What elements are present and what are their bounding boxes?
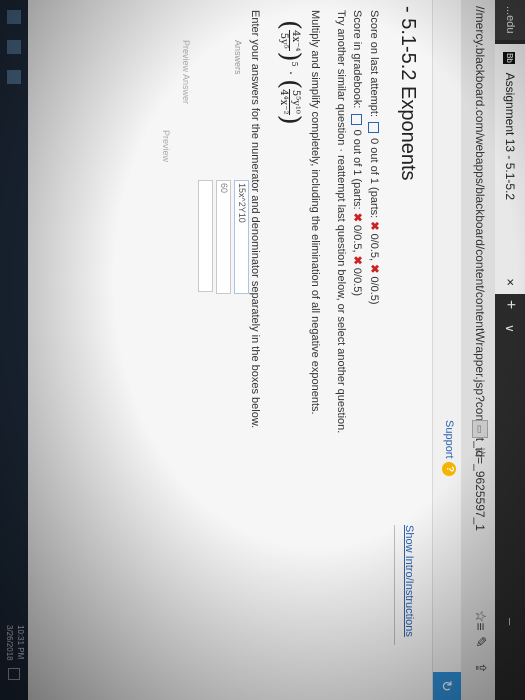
taskbar-app-icon[interactable] <box>7 40 21 54</box>
clock-date: 3/26/2018 <box>5 625 14 661</box>
expr-num1: 4x⁻⁴ <box>290 30 302 52</box>
expr-den2: 4⁴x⁻² <box>278 89 291 115</box>
tab-label: Assignment 13 - 5.1-5.2 <box>503 72 517 201</box>
wrong-x-icon: ✖ <box>368 264 380 274</box>
tab-previous[interactable]: ...edu <box>495 0 525 40</box>
expr-num2: 5⁵y¹⁰ <box>290 89 302 114</box>
grade-box-icon <box>351 113 363 125</box>
numerator-input[interactable]: 15x^2Y10 <box>234 180 249 294</box>
score-value: 0 out of 1 (parts: <box>368 138 380 219</box>
favorites-icon[interactable]: ☆≡ <box>472 610 489 631</box>
score-label: Score on last attempt: <box>368 10 380 117</box>
taskbar: 10:31 PM 3/26/2018 <box>0 0 28 700</box>
share-icon[interactable]: ⇪ <box>472 662 489 674</box>
wrong-x-icon: ✖ <box>368 221 380 231</box>
page-title: - 5.1-5.2 Exponents <box>397 6 419 181</box>
help-icon[interactable]: ? <box>442 462 456 476</box>
support-link[interactable]: Support <box>443 420 455 459</box>
new-tab-icon[interactable]: + <box>495 300 525 309</box>
score-part2: 0/0.5) <box>368 276 380 305</box>
blackboard-icon: Bb <box>503 52 516 64</box>
divider <box>394 525 395 645</box>
preview-answers-button[interactable]: Preview Answer <box>181 40 191 104</box>
question-instructions: Multiply and simplify completely, includ… <box>309 10 321 415</box>
wrong-x-icon: ✖ <box>351 212 363 222</box>
show-intro-link[interactable]: Show Intro/Instructions <box>403 525 415 637</box>
math-expression: (4x⁻⁴ 5y⁵)5 · (5⁵y¹⁰ 4⁴x⁻²) <box>275 20 305 125</box>
address-bar: //mercy.blackboard.com/webapps/blackboar… <box>461 0 495 700</box>
denominator-input[interactable]: 60 <box>216 180 231 294</box>
star-icon[interactable]: ☆ <box>471 446 489 459</box>
score-gradebook: Score in gradebook: 0 out of 1 (parts: ✖… <box>351 10 364 296</box>
edge-refresh-icon[interactable]: ↻ <box>433 672 461 700</box>
score-part1: 0/0.5, <box>368 233 380 262</box>
extra-answer-box[interactable] <box>198 180 213 292</box>
grade-part1: 0/0.5, <box>351 225 363 253</box>
photographed-screen: ...edu Bb Assignment 13 - 5.1-5.2 × + ∨ … <box>0 0 525 700</box>
top-strip: Support ? ↻ <box>432 0 461 700</box>
tab-list-icon[interactable]: ∨ <box>495 324 525 333</box>
wrong-x-icon: ✖ <box>351 255 363 265</box>
preview-button[interactable]: Preview <box>161 130 171 162</box>
enter-answers-text: Enter your answers for the numerator and… <box>249 10 261 429</box>
tab-bar: ...edu Bb Assignment 13 - 5.1-5.2 × + ∨ … <box>495 0 525 700</box>
taskbar-app-icon[interactable] <box>7 70 21 84</box>
notification-icon[interactable] <box>8 668 20 680</box>
grade-label: Score in gradebook: <box>351 10 363 109</box>
try-another-text[interactable]: Try another similar question · reattempt… <box>335 10 347 433</box>
expr-exp1: 5 <box>289 61 299 67</box>
page-content: Support ? ↻ - 5.1-5.2 Exponents Show Int… <box>0 0 461 700</box>
clock-time: 10:31 PM <box>16 625 25 660</box>
reading-view-icon[interactable]: ▭ <box>472 420 488 438</box>
tab-close-icon[interactable]: × <box>495 278 525 286</box>
pen-icon[interactable]: ✎ <box>472 636 489 648</box>
tab-assignment[interactable]: Bb Assignment 13 - 5.1-5.2 × <box>495 44 525 294</box>
minimize-icon[interactable]: – <box>495 618 525 625</box>
score-last-attempt: Score on last attempt: 0 out of 1 (parts… <box>368 10 381 305</box>
answers-label: Answers <box>233 40 243 75</box>
score-box-icon <box>368 122 380 134</box>
grade-part2: 0/0.5) <box>351 267 363 297</box>
expr-den1: 5y⁵ <box>278 30 291 52</box>
start-icon[interactable] <box>7 10 21 24</box>
grade-value: 0 out of 1 (parts: <box>351 129 363 210</box>
